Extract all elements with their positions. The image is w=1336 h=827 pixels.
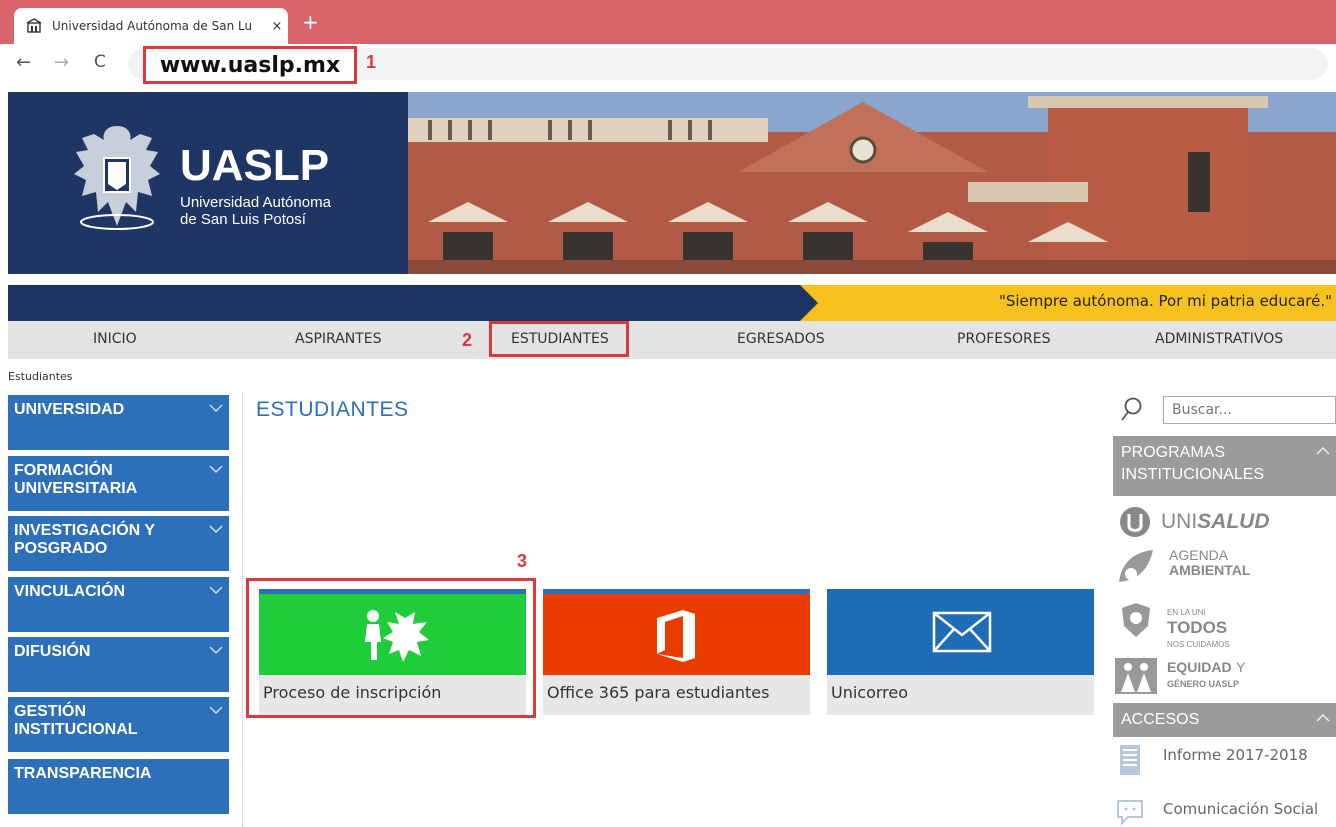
tile-label: Unicorreo bbox=[831, 683, 909, 702]
sidebar-item-label: GESTIÓN INSTITUCIONAL bbox=[14, 703, 138, 738]
sidebar-item-label: UNIVERSIDAD bbox=[14, 401, 125, 418]
sidebar-item-difusion[interactable]: DIFUSIÓN bbox=[8, 637, 229, 692]
sidebar-item-gestion[interactable]: GESTIÓN INSTITUCIONAL bbox=[8, 697, 229, 752]
sidebar-item-universidad[interactable]: UNIVERSIDAD bbox=[8, 395, 229, 450]
search-input[interactable] bbox=[1163, 396, 1336, 424]
sidebar-item-label: TRANSPARENCIA bbox=[14, 765, 152, 782]
sidebar-item-vinculacion[interactable]: VINCULACIÓN bbox=[8, 577, 229, 632]
equidad-line2: GÉNERO UASLP bbox=[1167, 679, 1240, 689]
todos-line2: TODOS bbox=[1167, 618, 1228, 637]
tile-unicorreo[interactable]: Unicorreo bbox=[827, 589, 1094, 715]
chevron-down-icon bbox=[209, 586, 223, 595]
breadcrumb[interactable]: Estudiantes bbox=[8, 370, 73, 383]
annotation-1: 1 bbox=[366, 52, 377, 72]
annotation-2: 2 bbox=[462, 330, 473, 350]
logo-title: UASLP bbox=[180, 141, 330, 190]
equidad-y: Y bbox=[1236, 659, 1246, 675]
equidad-people-icon bbox=[1115, 658, 1157, 694]
nav-aspirantes[interactable]: ASPIRANTES bbox=[295, 331, 382, 347]
page-title: ESTUDIANTES bbox=[256, 398, 409, 421]
sidebar-item-label: DIFUSIÓN bbox=[14, 643, 91, 660]
browser-tab-bar: Universidad Autónoma de San Lu × + bbox=[0, 0, 1336, 44]
nav-inicio[interactable]: INICIO bbox=[93, 331, 137, 347]
tile-office-365[interactable]: Office 365 para estudiantes bbox=[543, 589, 810, 715]
agenda-ambiental-icon bbox=[1119, 550, 1153, 582]
unisalud-salud: SALUD bbox=[1197, 510, 1270, 533]
nav-administrativos[interactable]: ADMINISTRATIVOS bbox=[1155, 331, 1283, 347]
todos-line3: NOS CUIDAMOS bbox=[1167, 640, 1230, 649]
informe-icon bbox=[1120, 745, 1140, 775]
unisalud-icon bbox=[1120, 507, 1150, 537]
nav-egresados[interactable]: EGRESADOS bbox=[737, 331, 825, 347]
browser-tab[interactable]: Universidad Autónoma de San Lu × bbox=[14, 8, 288, 44]
chevron-down-icon bbox=[209, 404, 223, 413]
tile-label: Office 365 para estudiantes bbox=[547, 683, 770, 702]
sidebar-item-label: INVESTIGACIÓN Y POSGRADO bbox=[14, 522, 155, 557]
todos-label: EN LA UNI TODOS NOS CUIDAMOS bbox=[1167, 604, 1230, 651]
content-divider bbox=[242, 392, 243, 827]
tile-color-block bbox=[827, 589, 1094, 675]
acceso-informe[interactable]: Informe 2017-2018 bbox=[1163, 746, 1308, 764]
forward-icon[interactable]: → bbox=[54, 52, 69, 73]
unisalud-uni: UNI bbox=[1161, 510, 1198, 533]
chevron-down-icon bbox=[209, 525, 223, 534]
header-building-photo bbox=[408, 92, 1336, 274]
main-nav bbox=[8, 321, 1336, 359]
back-icon[interactable]: ← bbox=[16, 52, 31, 73]
logo-block[interactable]: UASLP Universidad Autónoma de San Luis P… bbox=[8, 92, 408, 274]
equidad-line1: EQUIDAD bbox=[1167, 659, 1232, 675]
tab-title: Universidad Autónoma de San Lu bbox=[52, 19, 253, 33]
nav-profesores[interactable]: PROFESORES bbox=[957, 331, 1050, 347]
chevron-down-icon bbox=[209, 646, 223, 655]
chevron-down-icon bbox=[209, 706, 223, 715]
acceso-comunicacion-social[interactable]: Comunicación Social bbox=[1163, 800, 1318, 818]
tab-close-icon[interactable]: × bbox=[266, 19, 288, 34]
reload-icon[interactable]: C bbox=[94, 52, 106, 72]
favicon-icon bbox=[26, 18, 42, 34]
new-tab-button[interactable]: + bbox=[302, 12, 319, 32]
sidebar-item-formacion[interactable]: FORMACIÓN UNIVERSITARIA bbox=[8, 456, 229, 511]
logo-subtitle: Universidad Autónoma de San Luis Potosí bbox=[180, 194, 331, 228]
programas-header[interactable]: PROGRAMAS INSTITUCIONALES bbox=[1113, 436, 1336, 496]
sidebar-item-label: VINCULACIÓN bbox=[14, 583, 126, 600]
programas-header-label: PROGRAMAS INSTITUCIONALES bbox=[1121, 444, 1265, 483]
agenda-line1: AGENDA bbox=[1169, 547, 1229, 563]
uaslp-crest-icon bbox=[74, 126, 160, 230]
slogan-text: "Siempre autónoma. Por mi patria educaré… bbox=[998, 292, 1332, 310]
annotation-3: 3 bbox=[517, 551, 528, 571]
accesos-header[interactable]: ACCESOS bbox=[1113, 703, 1336, 737]
tile-highlight bbox=[246, 578, 536, 718]
tile-color-block bbox=[543, 589, 810, 675]
site-header: UASLP Universidad Autónoma de San Luis P… bbox=[0, 92, 1336, 274]
agenda-ambiental-label: AGENDA AMBIENTAL bbox=[1169, 548, 1250, 578]
nav-estudiantes-highlight bbox=[489, 321, 629, 357]
sidebar-item-transparencia[interactable]: TRANSPARENCIA bbox=[8, 759, 229, 814]
comunicacion-icon bbox=[1117, 800, 1143, 825]
todos-shield-icon bbox=[1122, 603, 1150, 637]
accesos-header-label: ACCESOS bbox=[1121, 711, 1200, 728]
logo-subtitle-line1: Universidad Autónoma bbox=[180, 194, 331, 211]
sidebar-item-label: FORMACIÓN UNIVERSITARIA bbox=[14, 462, 138, 497]
logo-subtitle-line2: de San Luis Potosí bbox=[180, 211, 306, 228]
mail-icon bbox=[932, 611, 992, 653]
chevron-up-icon bbox=[1316, 446, 1330, 455]
sidebar-item-investigacion[interactable]: INVESTIGACIÓN Y POSGRADO bbox=[8, 516, 229, 571]
chevron-down-icon bbox=[209, 465, 223, 474]
unisalud-label: UNISALUD bbox=[1161, 510, 1270, 534]
search-icon[interactable] bbox=[1120, 397, 1142, 423]
url-text[interactable]: www.uaslp.mx bbox=[143, 46, 357, 84]
agenda-line2: AMBIENTAL bbox=[1169, 562, 1251, 578]
office-icon bbox=[657, 610, 695, 662]
equidad-label: EQUIDAD Y GÉNERO UASLP bbox=[1167, 660, 1245, 692]
chevron-up-icon bbox=[1316, 713, 1330, 722]
todos-line1: EN LA UNI bbox=[1167, 608, 1206, 617]
